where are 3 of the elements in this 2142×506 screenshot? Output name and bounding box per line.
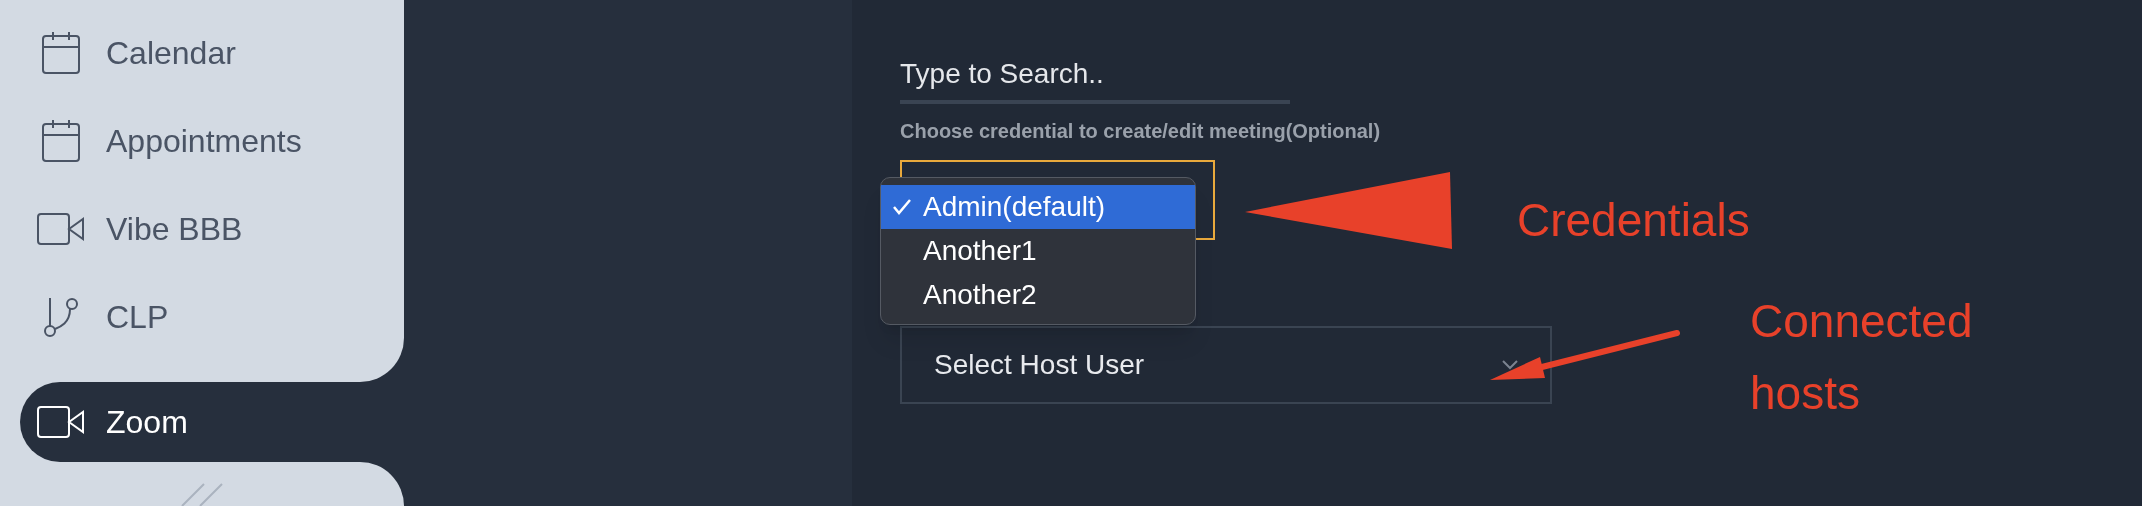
annotation-text: Credentials — [1517, 193, 1750, 248]
annotation-text: Connected hosts — [1750, 294, 1974, 421]
field-label: Choose credential to create/edit meeting(Optional) — [900, 119, 1382, 144]
